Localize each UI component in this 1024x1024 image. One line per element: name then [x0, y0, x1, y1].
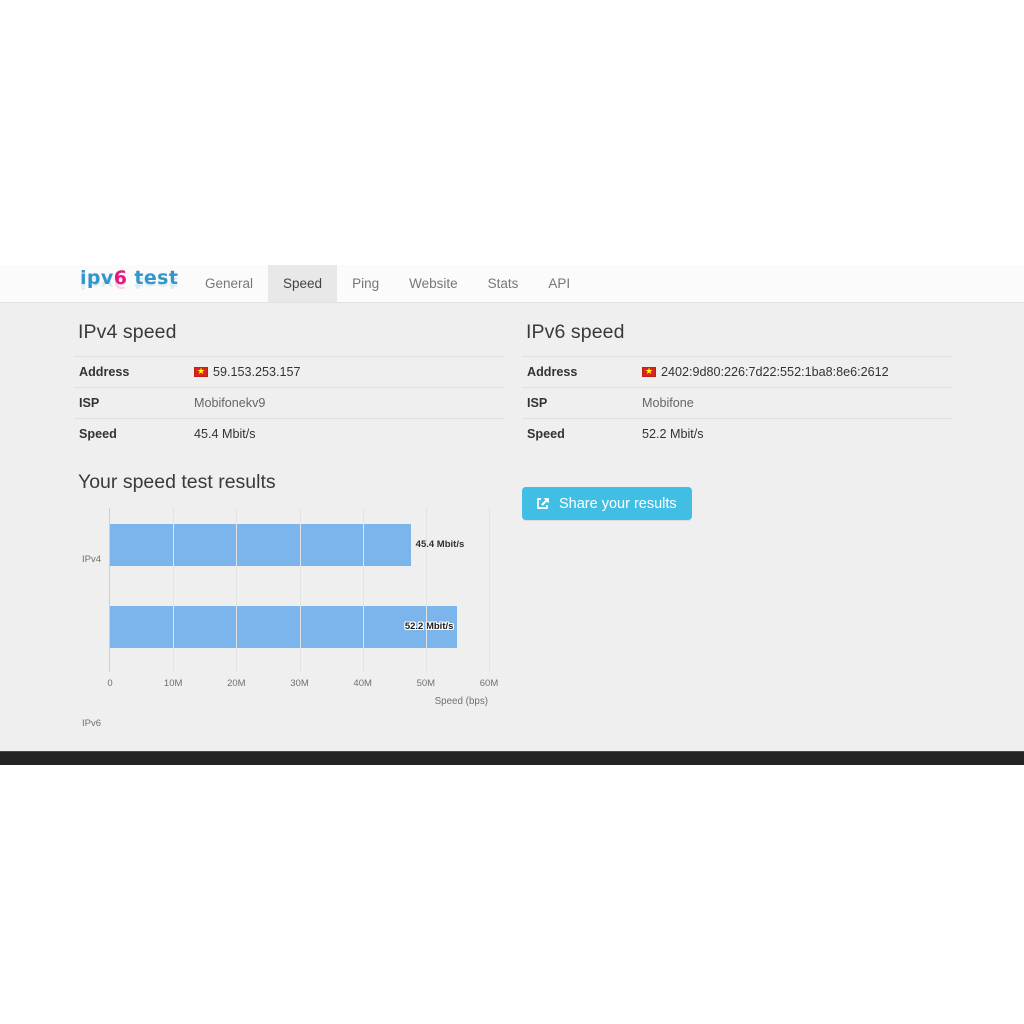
xtick-label: 50M — [416, 678, 436, 689]
tab-api[interactable]: API — [533, 265, 585, 302]
chart-gridline — [425, 508, 427, 672]
ipv4-panel-title: IPv4 speed — [78, 321, 177, 343]
chart-gridline — [362, 508, 364, 672]
table-row: Speed 52.2 Mbit/s — [522, 418, 952, 450]
ipv4-address-text: 59.153.253.157 — [213, 365, 301, 379]
vietnam-flag-icon — [642, 365, 656, 377]
chart-gridline — [489, 508, 490, 672]
ipv6-address-text: 2402:9d80:226:7d22:552:1ba8:8e6:2612 — [661, 365, 889, 379]
share-button-label: Share your results — [559, 495, 677, 512]
logo-reflection-six: 6 — [113, 276, 128, 290]
chart-gridline — [299, 508, 301, 672]
bar-label-ipv6: 52.2 Mbit/s — [404, 621, 454, 632]
ipv4-isp-value: Mobifonekv9 — [194, 396, 266, 410]
ipv6-isp-label: ISP — [527, 396, 548, 410]
chart-title: Your speed test results — [78, 471, 276, 493]
ipv6-speed-value: 52.2 Mbit/s — [642, 427, 704, 441]
tab-general[interactable]: General — [190, 265, 268, 302]
page-viewport: ipv6 test ipv6 test General Speed Ping W… — [0, 265, 1024, 765]
table-row: ISP Mobifonekv9 — [74, 387, 504, 419]
xtick-label: 30M — [290, 678, 309, 689]
ipv6-speed-label: Speed — [527, 427, 565, 441]
ytick-label-ipv4: IPv4 — [81, 554, 101, 565]
tab-ping[interactable]: Ping — [337, 265, 394, 302]
xtick-label: 60M — [479, 678, 499, 689]
bar-ipv6: IPv6 52.2 Mbit/s — [82, 606, 458, 729]
vietnam-flag-icon — [194, 365, 208, 377]
ipv4-speed-value: 45.4 Mbit/s — [194, 427, 256, 441]
speed-results-chart-block: Your speed test results IPv4 45.4 Mbit/s… — [74, 471, 504, 729]
chart-gridline — [236, 508, 238, 672]
ipv6-speed-panel: IPv6 speed Address 2402:9d80:226:7d22:55… — [522, 303, 952, 450]
bar-ipv4: IPv4 45.4 Mbit/s — [82, 524, 464, 566]
ipv6-address-value: 2402:9d80:226:7d22:552:1ba8:8e6:2612 — [637, 357, 952, 388]
ipv6-info-table: Address 2402:9d80:226:7d22:552:1ba8:8e6:… — [522, 356, 952, 450]
ipv6-isp-value: Mobifone — [642, 396, 694, 410]
logo-reflection-test: test — [127, 276, 179, 290]
table-row: Address 2402:9d80:226:7d22:552:1ba8:8e6:… — [522, 356, 952, 388]
table-row: Speed 45.4 Mbit/s — [74, 418, 504, 450]
xtick-label: 40M — [353, 678, 372, 689]
xtick-label: 10M — [163, 678, 183, 689]
page-footer-strip — [0, 751, 1024, 765]
chart-gridline — [173, 508, 175, 672]
ipv4-address-value: 59.153.253.157 — [189, 357, 504, 388]
xtick-label: 0 — [107, 678, 113, 689]
share-external-icon — [535, 496, 550, 511]
bar-label-ipv4: 45.4 Mbit/s — [415, 539, 465, 550]
ipv4-isp-label: ISP — [79, 396, 100, 410]
xtick-label: 20M — [227, 678, 246, 689]
site-logo[interactable]: ipv6 test ipv6 test — [80, 269, 180, 303]
x-axis-title: Speed (bps) — [434, 696, 488, 707]
main-navigation-tabs: General Speed Ping Website Stats API — [190, 265, 585, 302]
chart-plot-area: IPv4 45.4 Mbit/s IPv6 52.2 Mbit/s 0 10M 20… — [82, 508, 498, 729]
logo-reflection: ipv6 test — [80, 276, 180, 290]
share-results-button[interactable]: Share your results — [522, 487, 692, 520]
ipv4-info-table: Address 59.153.253.157 ISP Mobifonekv9 S… — [74, 356, 504, 450]
site-header: ipv6 test ipv6 test General Speed Ping W… — [0, 265, 1024, 303]
main-content: IPv4 speed Address 59.153.253.157 ISP Mo… — [0, 303, 1024, 750]
tab-speed[interactable]: Speed — [268, 265, 338, 302]
ipv4-speed-panel: IPv4 speed Address 59.153.253.157 ISP Mo… — [74, 303, 504, 450]
table-row: Address 59.153.253.157 — [74, 356, 504, 388]
ipv6-address-label: Address — [527, 365, 578, 379]
speed-bar-chart: IPv4 45.4 Mbit/s IPv6 52.2 Mbit/s 0 10M 20… — [74, 508, 498, 729]
tab-website[interactable]: Website — [394, 265, 473, 302]
ipv4-address-label: Address — [79, 365, 130, 379]
tab-stats[interactable]: Stats — [473, 265, 534, 302]
ytick-label-ipv6: IPv6 — [81, 718, 101, 729]
ipv6-panel-title: IPv6 speed — [526, 321, 625, 343]
table-row: ISP Mobifone — [522, 387, 952, 419]
logo-reflection-ipv: ipv — [80, 276, 114, 290]
ipv4-speed-label: Speed — [79, 427, 117, 441]
